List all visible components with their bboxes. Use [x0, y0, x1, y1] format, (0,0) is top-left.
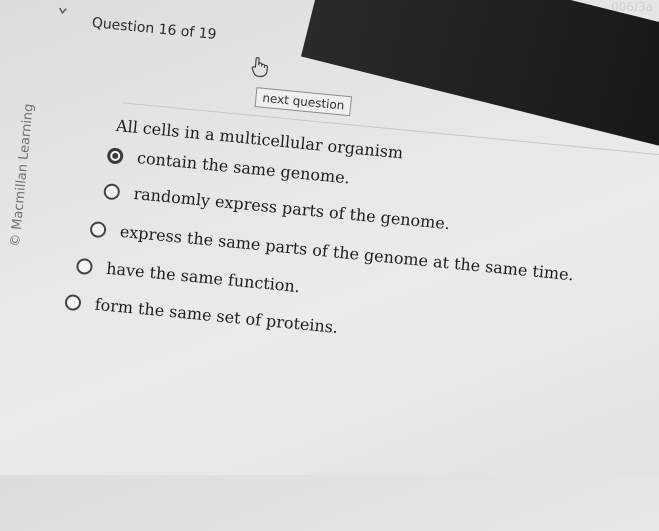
radio-selected-icon[interactable] — [106, 146, 125, 165]
answer-option[interactable]: have the same function. — [75, 256, 301, 297]
answer-option-label: form the same set of proteins. — [94, 294, 339, 338]
macmillan-learning-brand: © Macmillan Learning — [8, 102, 37, 248]
radio-icon[interactable] — [89, 220, 107, 238]
radio-icon[interactable] — [64, 293, 82, 311]
radio-icon[interactable] — [103, 182, 121, 200]
url-fragment: 006/3a — [611, 0, 653, 14]
answer-option-label: have the same function. — [105, 258, 301, 297]
hand-pointer-icon — [251, 57, 269, 78]
answer-option[interactable]: form the same set of proteins. — [64, 292, 339, 337]
question-page: ‹ Question 16 of 19 next question © Macm… — [0, 0, 659, 530]
radio-icon[interactable] — [75, 257, 94, 275]
next-question-button[interactable]: next question — [254, 87, 353, 117]
answer-option-label: randomly express parts of the genome. — [132, 183, 451, 234]
chevron-up-icon[interactable]: ‹ — [52, 5, 74, 16]
question-title: Question 16 of 19 — [91, 15, 218, 44]
